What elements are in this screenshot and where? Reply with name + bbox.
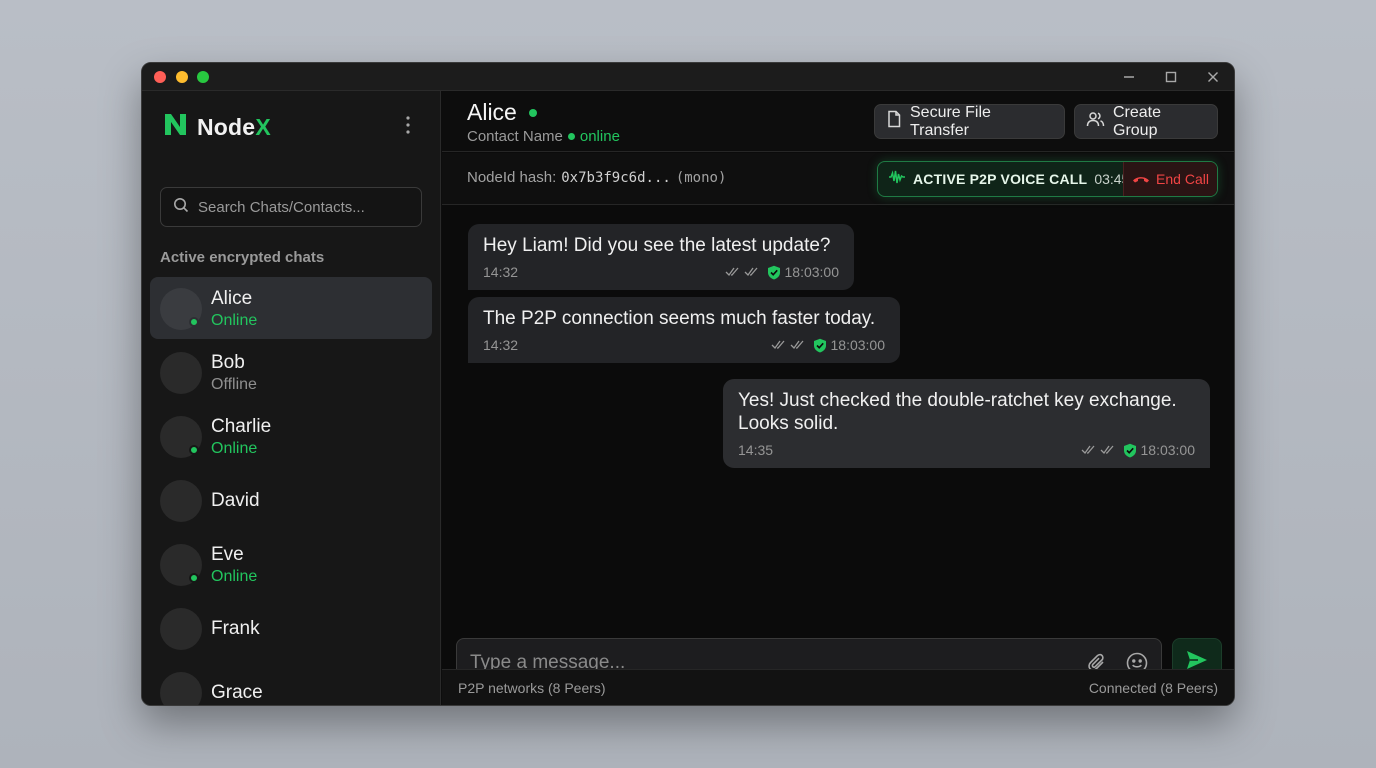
- message-text-line: Looks solid.: [738, 413, 839, 434]
- network-status: P2P networks (8 Peers): [458, 680, 606, 696]
- secure-file-transfer-button[interactable]: Secure File Transfer: [874, 104, 1065, 139]
- message-meta: 14:32 18:03:00: [483, 337, 885, 353]
- online-indicator: [189, 573, 199, 583]
- connection-status: Connected (8 Peers): [1088, 680, 1218, 696]
- session-bar: NodeId hash: 0x7b3f9c6d... (mono) ACTIVE…: [442, 153, 1234, 205]
- button-label: Secure File Transfer: [910, 103, 991, 139]
- contact-name: Frank: [211, 618, 260, 639]
- message-bubble: The P2P connection seems much faster tod…: [468, 297, 900, 363]
- minimize-icon[interactable]: [1120, 68, 1138, 86]
- online-dot: [567, 133, 575, 140]
- nodeid-value: 0x7b3f9c6d...: [561, 170, 671, 186]
- contact-status: Offline: [211, 376, 257, 393]
- contact-name-label: Contact Name: [467, 128, 563, 145]
- contact-status: Online: [211, 568, 258, 585]
- contact-item-bob[interactable]: Bob Offline: [150, 341, 432, 403]
- online-indicator: [189, 445, 199, 455]
- close-window-button[interactable]: [154, 71, 166, 83]
- contact-status: Online: [211, 312, 258, 329]
- contact-name: Alice: [211, 288, 253, 309]
- verified-time: 18:03:00: [784, 264, 840, 280]
- contact-name: Charlie: [211, 416, 272, 437]
- message-text: Hey Liam! Did you see the latest update?: [483, 235, 831, 256]
- message-text: The P2P connection seems much faster tod…: [483, 308, 876, 329]
- app-window: NodeX Active encrypted chats Alice Onlin…: [141, 62, 1235, 706]
- message-list: Hey Liam! Did you see the latest update?…: [442, 206, 1234, 606]
- maximize-window-button[interactable]: [197, 71, 209, 83]
- sidebar: NodeX Active encrypted chats Alice Onlin…: [142, 91, 441, 705]
- message-bubble: Yes! Just checked the double-ratchet key…: [723, 379, 1210, 468]
- nodex-logo-icon: [162, 111, 189, 143]
- message-time: 14:35: [738, 442, 774, 458]
- avatar: [160, 480, 202, 522]
- contact-status: Online: [211, 440, 258, 457]
- online-indicator: [189, 317, 199, 327]
- more-options-icon[interactable]: [398, 113, 418, 137]
- search-box: [160, 187, 422, 227]
- end-call-button[interactable]: End Call: [1123, 162, 1217, 196]
- verified-time: 18:03:00: [1140, 442, 1196, 458]
- phone-hangup-icon: [1132, 171, 1150, 187]
- chat-subtitle: Contact Name online: [467, 128, 620, 145]
- nodeid-note: (mono): [675, 170, 727, 186]
- app-name: NodeX: [197, 113, 271, 140]
- create-group-button[interactable]: Create Group: [1074, 104, 1218, 139]
- contact-name: Bob: [211, 352, 245, 373]
- delivery-status: 18:03:00: [1081, 442, 1196, 458]
- contact-name: Eve: [211, 544, 244, 565]
- close-icon[interactable]: [1204, 68, 1222, 86]
- avatar: [160, 672, 202, 705]
- active-call-banner: ACTIVE P2P VOICE CALL 03:45 End Call: [877, 161, 1218, 197]
- avatar: [160, 352, 202, 394]
- minimize-window-button[interactable]: [176, 71, 188, 83]
- call-label: ACTIVE P2P VOICE CALL: [913, 171, 1088, 187]
- double-check-icon: [771, 340, 803, 350]
- maximize-icon[interactable]: [1162, 68, 1180, 86]
- contact-item-grace[interactable]: Grace: [150, 661, 432, 705]
- end-call-label: End Call: [1156, 171, 1209, 187]
- avatar: [160, 608, 202, 650]
- chat-contact-name: Alice: [467, 99, 517, 125]
- message-time: 14:32: [483, 337, 519, 353]
- contact-item-david[interactable]: David: [150, 469, 432, 531]
- verified-time: 18:03:00: [830, 337, 886, 353]
- contact-item-charlie[interactable]: Charlie Online: [150, 405, 432, 467]
- double-check-icon: [1081, 445, 1113, 455]
- online-status: online: [579, 128, 620, 145]
- message-meta: 14:35 18:03:00: [738, 442, 1195, 458]
- status-bar: P2P networks (8 Peers) Connected (8 Peer…: [442, 669, 1234, 705]
- message-bubble: Hey Liam! Did you see the latest update?…: [468, 224, 854, 290]
- nodeid-label: NodeId hash:: [467, 169, 557, 186]
- call-info: ACTIVE P2P VOICE CALL 03:45: [888, 162, 1129, 196]
- message-text: Yes! Just checked the double-ratchet key…: [738, 389, 1195, 435]
- contact-name: David: [211, 490, 260, 511]
- contact-item-alice[interactable]: Alice Online: [150, 277, 432, 339]
- contact-item-eve[interactable]: Eve Online: [150, 533, 432, 595]
- shield-check-icon: [767, 265, 780, 279]
- file-icon: [886, 110, 902, 133]
- contact-item-frank[interactable]: Frank: [150, 597, 432, 659]
- shield-check-icon: [813, 338, 826, 352]
- online-indicator: [529, 109, 537, 117]
- waveform-icon: [888, 169, 906, 189]
- double-check-icon: [725, 267, 757, 277]
- search-input[interactable]: [198, 198, 418, 216]
- users-icon: [1086, 111, 1105, 132]
- delivery-status: 18:03:00: [771, 337, 886, 353]
- brand: NodeX: [162, 111, 271, 143]
- contact-name: Grace: [211, 682, 263, 703]
- chat-header: Alice Contact Name online Secure File Tr…: [442, 91, 1234, 152]
- message-text-line: Yes! Just checked the double-ratchet key…: [738, 390, 1177, 411]
- section-label: Active encrypted chats: [160, 249, 325, 266]
- message-time: 14:32: [483, 264, 519, 280]
- title-bar: [142, 63, 1234, 91]
- message-meta: 14:32 18:03:00: [483, 264, 839, 280]
- contact-list: Alice Online Bob Offline Charlie Online …: [150, 277, 432, 705]
- chat-panel: Alice Contact Name online Secure File Tr…: [442, 91, 1234, 705]
- delivery-status: 18:03:00: [725, 264, 840, 280]
- button-label: Create Group: [1113, 103, 1162, 139]
- nodeid-hash: NodeId hash: 0x7b3f9c6d... (mono): [467, 169, 726, 186]
- shield-check-icon: [1123, 443, 1136, 457]
- search-icon: [173, 197, 189, 218]
